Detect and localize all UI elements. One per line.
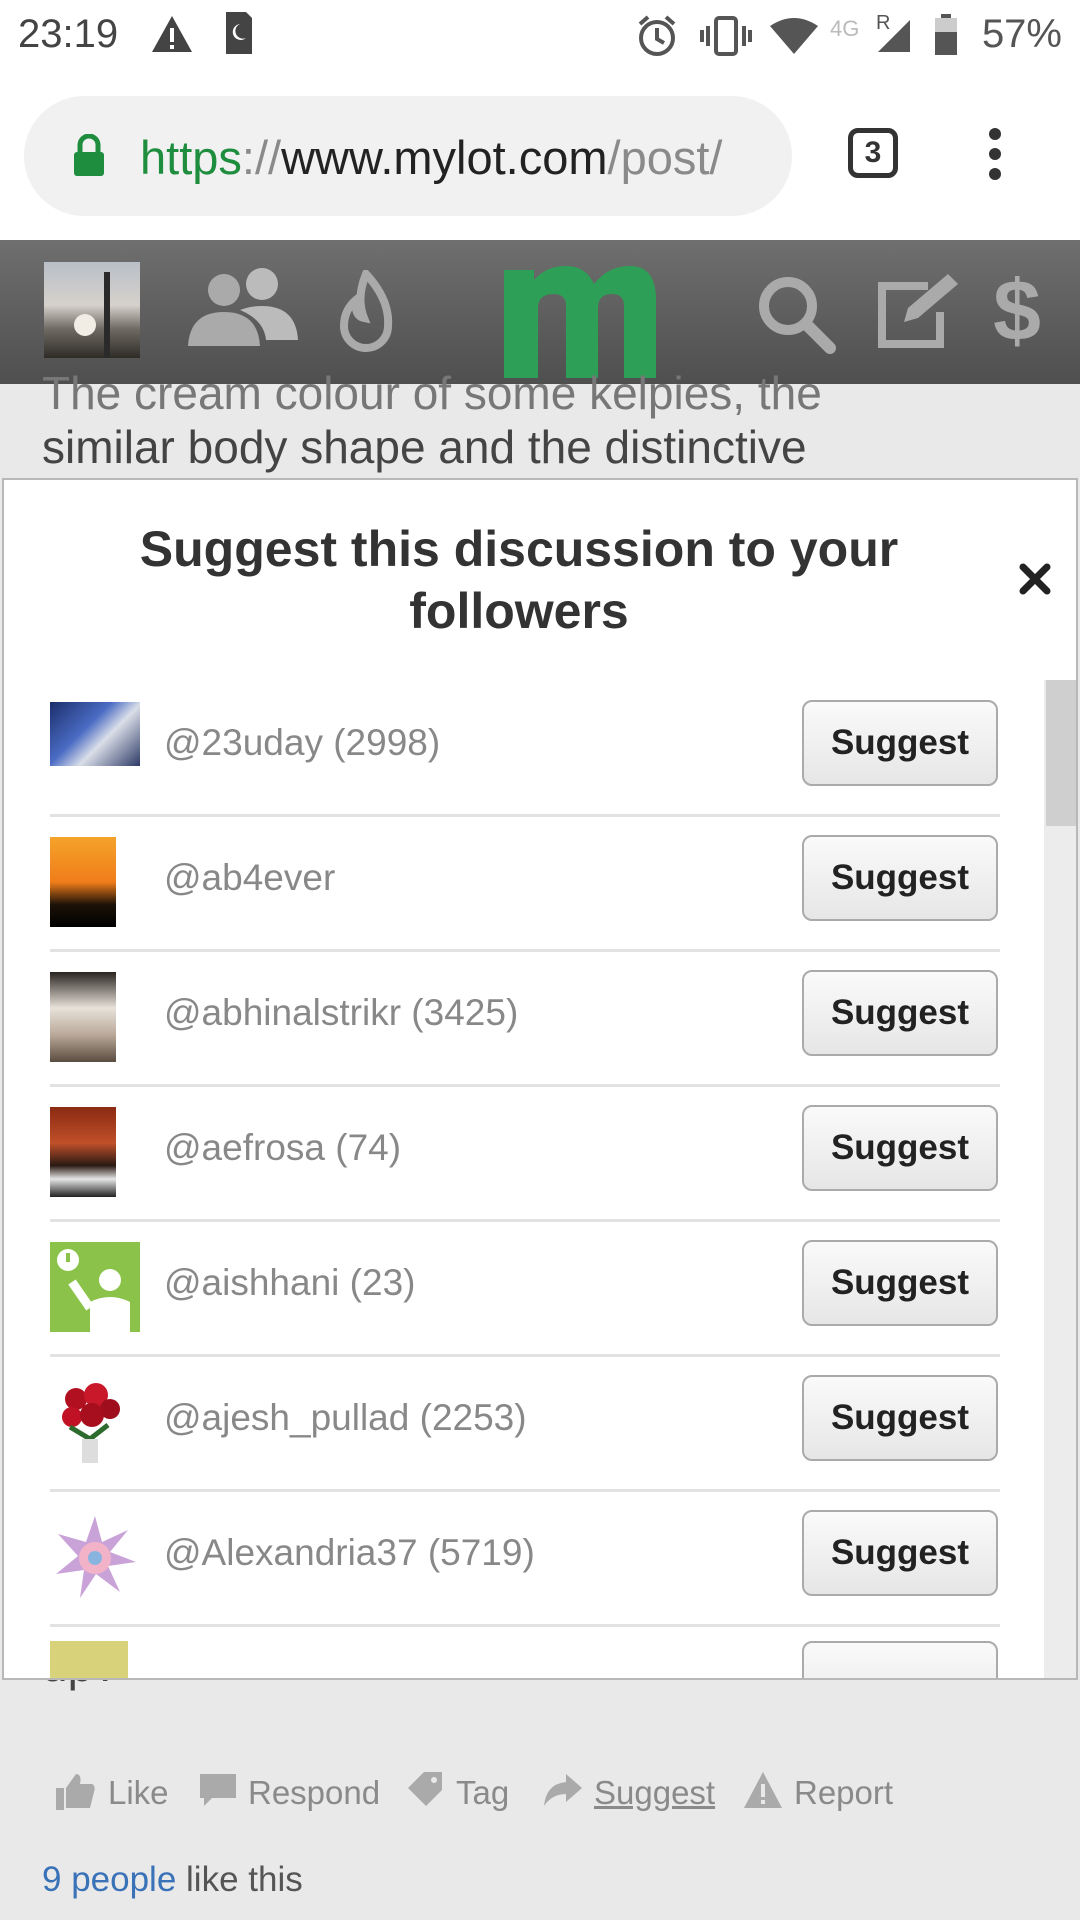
share-arrow-icon: [544, 1774, 582, 1806]
follower-avatar: [50, 1107, 116, 1197]
warning-icon: [744, 1772, 782, 1808]
status-bar: 23:19 4G R 57%: [0, 0, 1080, 76]
suggest-button[interactable]: Suggest: [802, 1105, 998, 1191]
url-scheme: https: [140, 131, 242, 184]
browser-toolbar: https://www.mylot.com/post/ 3: [0, 76, 1080, 240]
follower-name: @Alexandria37 (5719): [164, 1532, 535, 1573]
thumbs-up-icon: [56, 1774, 95, 1810]
follower-avatar: [50, 837, 116, 927]
tag-label: Tag: [456, 1774, 510, 1811]
follower-row: @aefrosa (74) Suggest: [50, 1085, 1000, 1222]
modal-title-line: followers: [409, 583, 629, 639]
follower-avatar: [50, 702, 140, 766]
likes-link[interactable]: 9 people: [42, 1860, 176, 1899]
earnings-dollar-icon[interactable]: $: [990, 268, 1044, 354]
follower-row: @ajesh_pullad (2253) Suggest: [50, 1355, 1000, 1492]
suggest-button[interactable]: Suggest: [802, 835, 998, 921]
status-time: 23:19: [18, 12, 119, 56]
suggest-button[interactable]: Suggest: [802, 700, 998, 786]
followers-list: @23uday (2998) Suggest @ab4ever Suggest …: [4, 680, 1044, 1678]
battery-percent: 57%: [981, 12, 1062, 56]
signal-icon: [878, 20, 910, 52]
svg-text:$: $: [993, 268, 1041, 354]
follower-row-partial: [50, 1625, 1000, 1678]
url-text: https://www.mylot.com/post/: [140, 130, 722, 185]
report-label: Report: [794, 1774, 894, 1811]
url-path: /post/: [607, 131, 723, 184]
follower-avatar: [50, 1641, 128, 1678]
follower-row: @ab4ever Suggest: [50, 815, 1000, 952]
follower-name: @aefrosa (74): [164, 1127, 402, 1168]
modal-title-line: Suggest this discussion to your: [139, 521, 899, 577]
likes-summary: 9 people like this: [42, 1860, 303, 1900]
address-bar[interactable]: https://www.mylot.com/post/: [24, 96, 792, 216]
suggest-modal: Suggest this discussion to your follower…: [2, 478, 1078, 1680]
follower-name: @23uday (2998): [164, 722, 441, 763]
follower-row: @Alexandria37 (5719) Suggest: [50, 1490, 1000, 1627]
site-navigation: $: [0, 240, 1080, 384]
follower-row: @23uday (2998) Suggest: [50, 680, 1000, 817]
sim-card-icon: [226, 12, 252, 54]
follower-avatar: [50, 1377, 130, 1467]
tag-icon: [408, 1772, 442, 1806]
compose-icon[interactable]: [874, 268, 966, 352]
default-avatar-icon: [57, 1249, 130, 1332]
follower-row: @abhinalstrikr (3425) Suggest: [50, 950, 1000, 1087]
mylot-logo[interactable]: [500, 250, 660, 380]
follower-row: @aishhani (23) Suggest: [50, 1220, 1000, 1357]
mandala-image: [56, 1516, 136, 1598]
alarm-icon: [638, 15, 676, 56]
suggest-button[interactable]: Suggest: [802, 1375, 998, 1461]
friends-icon[interactable]: [180, 268, 302, 348]
suggest-button-partial[interactable]: [802, 1641, 998, 1678]
follower-name: @ab4ever: [164, 857, 336, 898]
lock-icon: [74, 134, 104, 176]
post-text-line: similar body shape and the distinctive: [42, 421, 807, 473]
close-icon[interactable]: [1018, 562, 1052, 596]
url-host: www.mylot.com: [281, 131, 608, 184]
user-avatar[interactable]: [44, 262, 140, 358]
follower-name: @ajesh_pullad (2253): [164, 1397, 527, 1438]
follower-name: @abhinalstrikr (3425): [164, 992, 519, 1033]
follower-avatar: [50, 972, 116, 1062]
comment-icon: [200, 1774, 236, 1806]
follower-avatar: [50, 1242, 140, 1332]
follower-name: @aishhani (23): [164, 1262, 416, 1303]
roses-image: [62, 1383, 120, 1463]
trending-fire-icon[interactable]: [338, 270, 394, 354]
network-type: 4G: [830, 16, 860, 41]
suggest-button[interactable]: Suggest: [802, 1510, 998, 1596]
scrollbar-thumb[interactable]: [1046, 680, 1076, 826]
suggest-button[interactable]: Suggest: [802, 970, 998, 1056]
battery-icon: [935, 14, 957, 55]
suggest-label: Suggest: [594, 1774, 716, 1811]
browser-menu-button[interactable]: [980, 128, 1010, 188]
like-label: Like: [108, 1774, 169, 1811]
vibrate-icon: [700, 16, 752, 56]
follower-avatar: [50, 1512, 140, 1602]
wifi-icon: [770, 18, 818, 54]
url-separator: ://: [241, 131, 282, 184]
modal-title: Suggest this discussion to your follower…: [84, 518, 954, 642]
warning-icon: [152, 16, 192, 52]
scrollbar-track[interactable]: [1044, 680, 1076, 1678]
suggest-button[interactable]: Suggest: [802, 1240, 998, 1326]
likes-suffix: like this: [176, 1860, 303, 1899]
respond-label: Respond: [248, 1774, 381, 1811]
tab-switcher-button[interactable]: 3: [848, 128, 898, 178]
search-icon[interactable]: [756, 274, 836, 354]
post-text-line: The cream colour of some kelpies, the: [42, 367, 822, 419]
